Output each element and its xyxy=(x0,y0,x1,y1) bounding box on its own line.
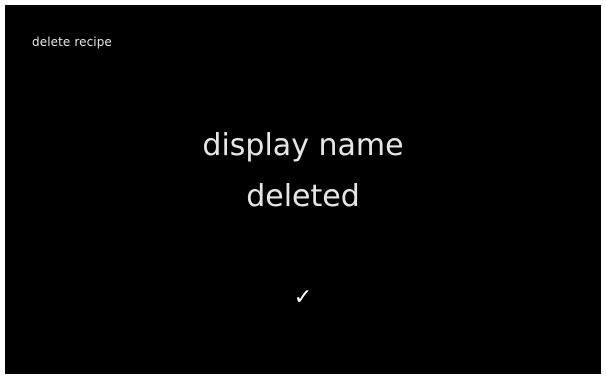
status-message-line-2: deleted xyxy=(246,179,360,214)
check-icon[interactable]: ✓ xyxy=(5,284,601,312)
display-screen: delete recipe display name deleted ✓ xyxy=(5,5,601,374)
device-frame: delete recipe display name deleted ✓ xyxy=(0,0,606,380)
screen-title: delete recipe xyxy=(32,35,112,49)
status-message-line-1: display name xyxy=(202,128,404,163)
